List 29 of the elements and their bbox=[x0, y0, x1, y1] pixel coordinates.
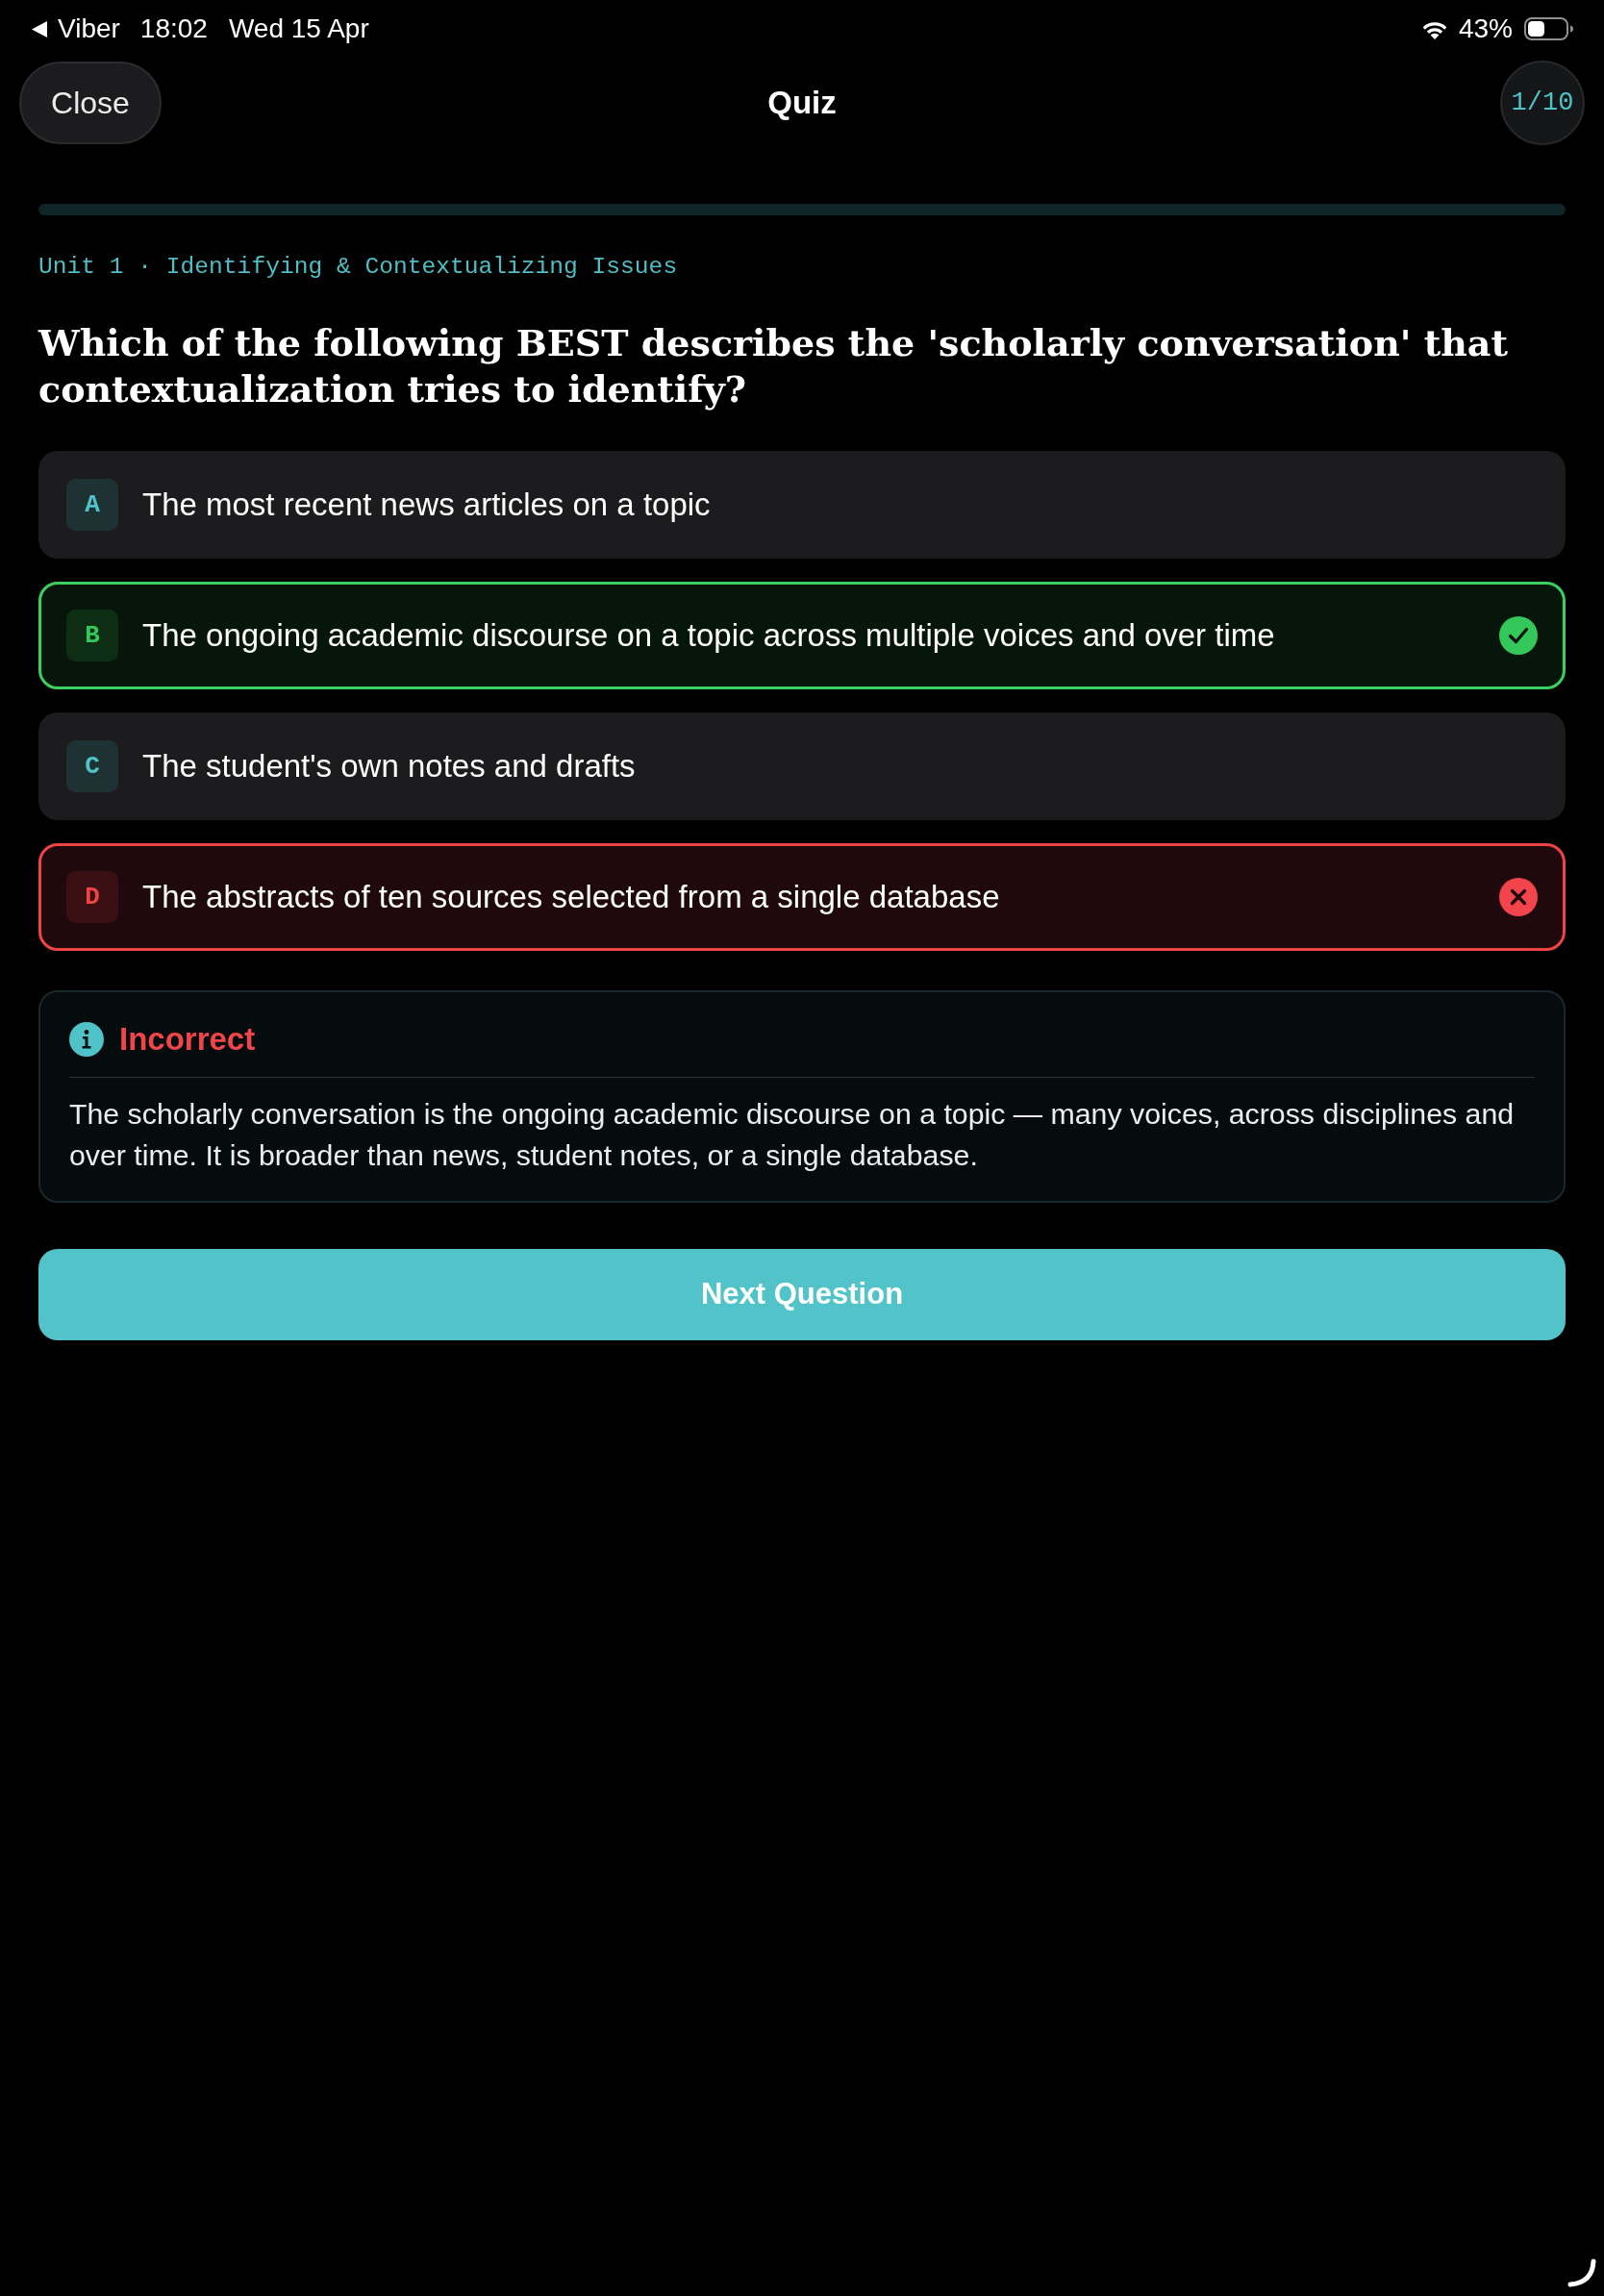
status-time: 18:02 bbox=[139, 12, 208, 45]
check-circle-icon bbox=[1499, 616, 1538, 655]
unit-label: Unit 1 · Identifying & Contextualizing Issues bbox=[38, 253, 679, 282]
close-button[interactable]: Close bbox=[19, 62, 162, 144]
info-icon bbox=[69, 1022, 104, 1057]
option-letter: C bbox=[66, 740, 118, 792]
option-text: The ongoing academic discourse on a topic across multiple voices and over time bbox=[142, 616, 1276, 655]
question-text: Which of the following BEST describes the 'scholarly conversation' that contextualization tries to identify? bbox=[38, 320, 1509, 412]
answer-option[interactable]: D The abstracts of ten sources selected from a single database bbox=[38, 843, 1566, 951]
battery-icon bbox=[1524, 17, 1574, 40]
answer-option[interactable]: C The student's own notes and drafts bbox=[38, 712, 1566, 820]
option-letter: D bbox=[66, 871, 118, 923]
option-letter: B bbox=[66, 610, 118, 661]
battery-percentage: 43% bbox=[1458, 12, 1513, 45]
option-letter: A bbox=[66, 479, 118, 531]
status-date: Wed 15 Apr bbox=[228, 12, 369, 45]
feedback-explanation: The scholarly conversation is the ongoing academic discourse on a topic — many voices, across disciplines and over time. It is broader than news, student notes, or a single database. bbox=[69, 1097, 1516, 1173]
question-counter: 1/10 bbox=[1500, 61, 1585, 145]
feedback-title: Incorrect bbox=[119, 1020, 256, 1060]
back-triangle-icon bbox=[32, 20, 47, 37]
cross-circle-icon bbox=[1499, 878, 1538, 916]
back-to-app-link[interactable]: Viber bbox=[32, 9, 120, 49]
option-text: The abstracts of ten sources selected from a single database bbox=[142, 878, 1001, 916]
page-title: Quiz bbox=[767, 84, 837, 123]
option-text: The student's own notes and drafts bbox=[142, 747, 637, 786]
option-text: The most recent news articles on a topic bbox=[142, 486, 712, 524]
corner-arc-icon[interactable] bbox=[1567, 2259, 1596, 2287]
answer-option[interactable]: A The most recent news articles on a topic bbox=[38, 451, 1566, 559]
answer-option[interactable]: B The ongoing academic discourse on a topic across multiple voices and over time bbox=[38, 582, 1566, 689]
